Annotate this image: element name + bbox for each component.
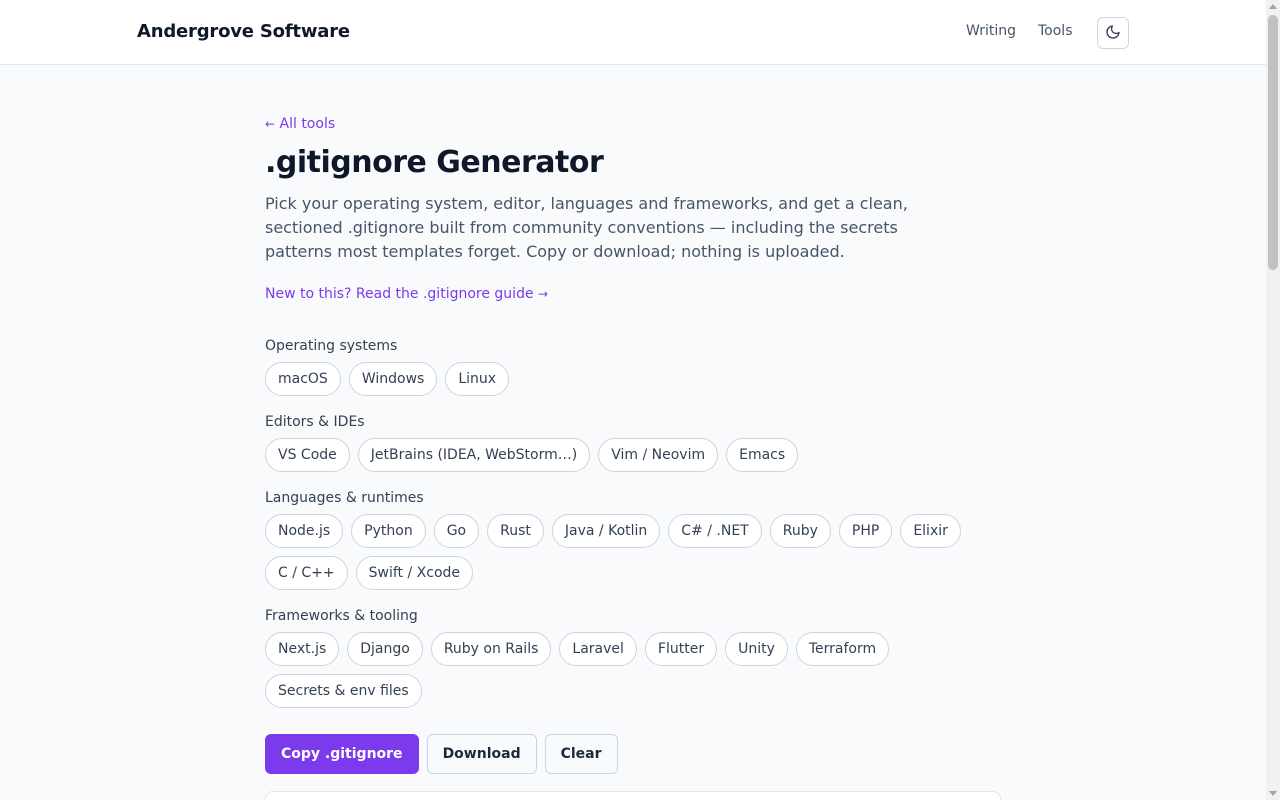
page-title: .gitignore Generator bbox=[265, 145, 604, 180]
main-content: ← All tools .gitignore Generator Pick yo… bbox=[265, 116, 1005, 774]
chip-vim[interactable]: Vim / Neovim bbox=[598, 438, 719, 472]
scrollbar-thumb[interactable] bbox=[1268, 15, 1278, 270]
group-operating-systems: Operating systems macOS Windows Linux bbox=[265, 336, 1005, 396]
group-frameworks: Frameworks & tooling Next.js Django Ruby… bbox=[265, 606, 1005, 708]
guide-link-label: New to this? Read the .gitignore guide bbox=[265, 286, 534, 302]
chip-laravel[interactable]: Laravel bbox=[559, 632, 637, 666]
clear-button[interactable]: Clear bbox=[544, 734, 618, 774]
chip-jetbrains[interactable]: JetBrains (IDEA, WebStorm…) bbox=[357, 438, 591, 472]
group-languages: Languages & runtimes Node.js Python Go R… bbox=[265, 488, 1005, 590]
chip-list: Next.js Django Ruby on Rails Laravel Flu… bbox=[265, 632, 1005, 708]
chip-list: Node.js Python Go Rust Java / Kotlin C# … bbox=[265, 514, 1005, 590]
chip-vscode[interactable]: VS Code bbox=[265, 438, 350, 472]
chip-elixir[interactable]: Elixir bbox=[900, 514, 961, 548]
chip-php[interactable]: PHP bbox=[838, 514, 893, 548]
chip-java-kotlin[interactable]: Java / Kotlin bbox=[551, 514, 661, 548]
moon-icon bbox=[1105, 24, 1121, 43]
chip-secrets-env[interactable]: Secrets & env files bbox=[265, 674, 422, 708]
chip-nodejs[interactable]: Node.js bbox=[265, 514, 344, 548]
action-bar: Copy .gitignore Download Clear bbox=[265, 734, 1005, 774]
chip-macos[interactable]: macOS bbox=[265, 362, 341, 396]
chip-terraform[interactable]: Terraform bbox=[795, 632, 890, 666]
chip-unity[interactable]: Unity bbox=[725, 632, 788, 666]
brand-logo-text[interactable]: Andergrove Software bbox=[137, 21, 350, 42]
group-label: Operating systems bbox=[265, 338, 398, 354]
group-label: Frameworks & tooling bbox=[265, 608, 418, 624]
chip-linux[interactable]: Linux bbox=[445, 362, 510, 396]
intro-text: Pick your operating system, editor, lang… bbox=[265, 194, 908, 261]
chip-ruby[interactable]: Ruby bbox=[769, 514, 831, 548]
chip-windows[interactable]: Windows bbox=[348, 362, 438, 396]
chip-django[interactable]: Django bbox=[347, 632, 423, 666]
back-arrow-icon: ← bbox=[265, 117, 276, 131]
back-link-all-tools[interactable]: ← All tools bbox=[265, 116, 1005, 136]
group-label: Languages & runtimes bbox=[265, 490, 424, 506]
chip-emacs[interactable]: Emacs bbox=[726, 438, 799, 472]
guide-link[interactable]: New to this? Read the .gitignore guide → bbox=[265, 284, 1005, 304]
scroll-up-arrow-icon[interactable] bbox=[1269, 4, 1277, 9]
chip-swift-xcode[interactable]: Swift / Xcode bbox=[355, 556, 474, 590]
chip-csharp-dotnet[interactable]: C# / .NET bbox=[668, 514, 762, 548]
scroll-down-arrow-icon[interactable] bbox=[1269, 791, 1277, 796]
back-link-label: All tools bbox=[279, 116, 336, 132]
chip-go[interactable]: Go bbox=[433, 514, 480, 548]
group-editors: Editors & IDEs VS Code JetBrains (IDEA, … bbox=[265, 412, 1005, 472]
chip-nextjs[interactable]: Next.js bbox=[265, 632, 340, 666]
chip-rust[interactable]: Rust bbox=[487, 514, 544, 548]
chip-python[interactable]: Python bbox=[351, 514, 426, 548]
forward-arrow-icon: → bbox=[538, 287, 549, 301]
chip-list: VS Code JetBrains (IDEA, WebStorm…) Vim … bbox=[265, 438, 1005, 472]
chip-flutter[interactable]: Flutter bbox=[644, 632, 718, 666]
copy-gitignore-button[interactable]: Copy .gitignore bbox=[265, 734, 419, 774]
chip-rails[interactable]: Ruby on Rails bbox=[430, 632, 552, 666]
group-label: Editors & IDEs bbox=[265, 414, 365, 430]
nav-writing[interactable]: Writing bbox=[966, 23, 1016, 39]
output-preview-panel bbox=[265, 791, 1001, 800]
download-button[interactable]: Download bbox=[426, 734, 537, 774]
site-header: Andergrove Software Writing Tools bbox=[0, 0, 1266, 65]
nav-tools[interactable]: Tools bbox=[1038, 23, 1073, 39]
chip-c-cpp[interactable]: C / C++ bbox=[265, 556, 348, 590]
page-scrollbar[interactable] bbox=[1266, 0, 1280, 800]
theme-toggle-button[interactable] bbox=[1097, 17, 1129, 49]
chip-list: macOS Windows Linux bbox=[265, 362, 1005, 396]
